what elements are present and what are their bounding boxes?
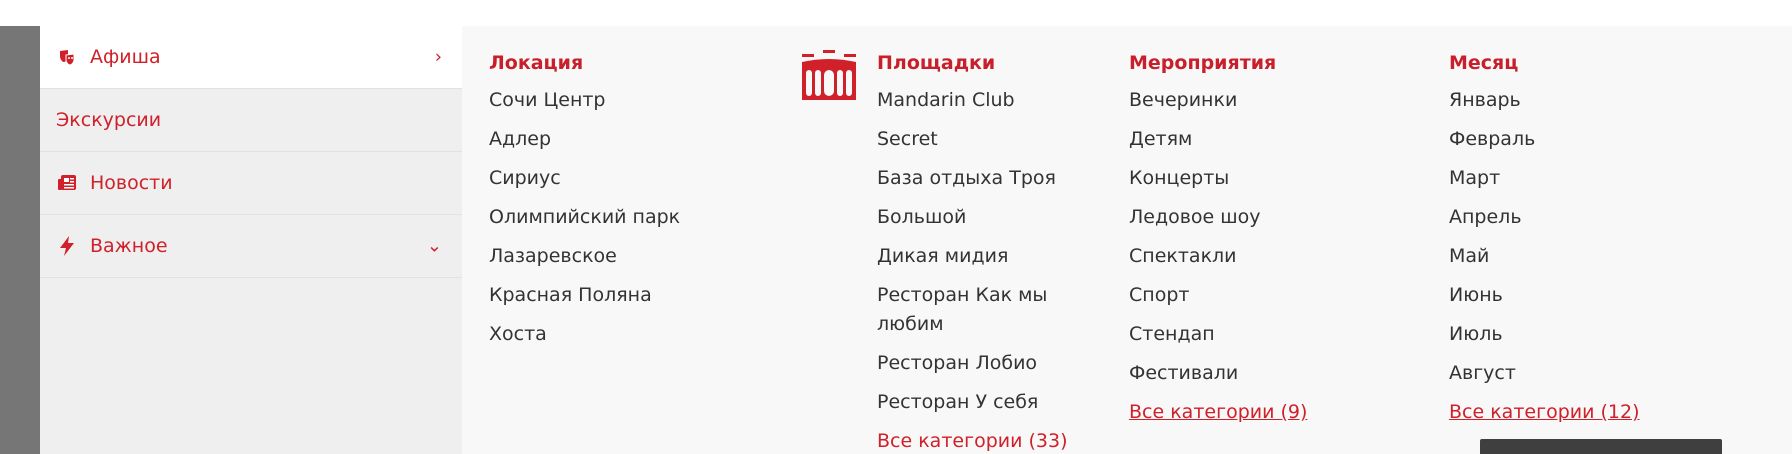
sidebar-item-important[interactable]: Важное ⌄	[40, 215, 462, 278]
sidebar-item-label: Важное	[90, 235, 168, 257]
venues-column: Площадки Mandarin Club Secret База отдых…	[877, 50, 1097, 454]
floating-widget[interactable]	[1480, 439, 1722, 454]
venue-link[interactable]: Ресторан У себя	[877, 388, 1097, 417]
location-link[interactable]: Адлер	[489, 125, 789, 154]
venue-building-icon	[800, 48, 858, 104]
chevron-down-icon: ⌄	[426, 235, 442, 257]
location-link[interactable]: Красная Поляна	[489, 281, 789, 310]
event-link[interactable]: Концерты	[1129, 164, 1409, 193]
venues-title: Площадки	[877, 52, 996, 74]
month-link[interactable]: Апрель	[1449, 203, 1749, 232]
venue-link[interactable]: Ресторан Как мы любим	[877, 281, 1097, 339]
month-link[interactable]: Март	[1449, 164, 1749, 193]
all-events-link[interactable]: Все категории (9)	[1129, 398, 1409, 427]
event-link[interactable]: Стендап	[1129, 320, 1409, 349]
location-link[interactable]: Лазаревское	[489, 242, 789, 271]
month-link[interactable]: Июль	[1449, 320, 1749, 349]
event-link[interactable]: Детям	[1129, 125, 1409, 154]
all-venues-link[interactable]: Все категории (33)	[877, 427, 1097, 454]
sidebar-item-label: Экскурсии	[56, 109, 162, 131]
event-link[interactable]: Вечеринки	[1129, 86, 1409, 115]
venue-link[interactable]: База отдыха Троя	[877, 164, 1097, 193]
sidebar: Афиша › Экскурсии Новости Важное ⌄	[40, 26, 462, 454]
newspaper-icon	[56, 172, 78, 194]
events-title: Мероприятия	[1129, 52, 1277, 74]
mega-menu-panel: Локация Сочи Центр Адлер Сириус Олимпийс…	[462, 26, 1792, 454]
venue-link[interactable]: Mandarin Club	[877, 86, 1097, 115]
event-link[interactable]: Ледовое шоу	[1129, 203, 1409, 232]
chevron-right-icon: ›	[434, 46, 442, 68]
event-link[interactable]: Фестивали	[1129, 359, 1409, 388]
all-months-link[interactable]: Все категории (12)	[1449, 398, 1749, 427]
sidebar-item-label: Новости	[90, 172, 173, 194]
location-link[interactable]: Сочи Центр	[489, 86, 789, 115]
month-link[interactable]: Январь	[1449, 86, 1749, 115]
theater-masks-icon	[56, 46, 78, 68]
location-link[interactable]: Сириус	[489, 164, 789, 193]
sidebar-item-afisha[interactable]: Афиша ›	[40, 26, 462, 89]
month-title: Месяц	[1449, 52, 1519, 74]
month-link[interactable]: Февраль	[1449, 125, 1749, 154]
lightning-icon	[56, 235, 78, 257]
page-shade-edge	[0, 26, 40, 454]
month-link[interactable]: Июнь	[1449, 281, 1749, 310]
sidebar-item-excursions[interactable]: Экскурсии	[40, 89, 462, 152]
sidebar-item-news[interactable]: Новости	[40, 152, 462, 215]
location-title: Локация	[489, 52, 584, 74]
sidebar-item-label: Афиша	[90, 46, 161, 68]
event-link[interactable]: Спектакли	[1129, 242, 1409, 271]
events-column: Мероприятия Вечеринки Детям Концерты Лед…	[1129, 50, 1409, 437]
location-link[interactable]: Олимпийский парк	[489, 203, 789, 232]
venue-link[interactable]: Дикая мидия	[877, 242, 1097, 271]
location-column: Локация Сочи Центр Адлер Сириус Олимпийс…	[489, 50, 789, 359]
month-link[interactable]: Август	[1449, 359, 1749, 388]
venue-link[interactable]: Большой	[877, 203, 1097, 232]
venue-link[interactable]: Ресторан Лобио	[877, 349, 1097, 378]
location-link[interactable]: Хоста	[489, 320, 789, 349]
month-link[interactable]: Май	[1449, 242, 1749, 271]
venue-link[interactable]: Secret	[877, 125, 1097, 154]
event-link[interactable]: Спорт	[1129, 281, 1409, 310]
top-strip	[0, 0, 1792, 26]
month-column: Месяц Январь Февраль Март Апрель Май Июн…	[1449, 50, 1749, 437]
